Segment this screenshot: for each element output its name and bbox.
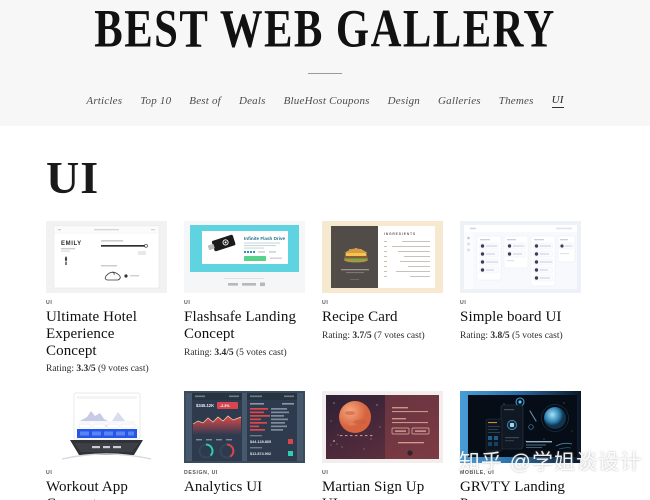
card-category[interactable]: UI bbox=[322, 300, 443, 306]
post-card[interactable]: MOBILE, UI GRVTY Landing Page bbox=[460, 391, 581, 500]
martian-signup-thumbnail[interactable] bbox=[322, 391, 443, 464]
workout-app-thumbnail[interactable] bbox=[46, 391, 167, 464]
card-rating: Rating: 3.8/5 (5 votes cast) bbox=[460, 331, 581, 341]
card-category[interactable]: UI bbox=[46, 300, 167, 306]
svg-text:EMILY: EMILY bbox=[61, 241, 82, 247]
nav-item-deals[interactable]: Deals bbox=[239, 95, 266, 108]
main-navigation: Articles Top 10 Best of Deals BlueHost C… bbox=[0, 94, 650, 108]
rating-prefix: Rating: bbox=[460, 330, 491, 341]
nav-item-best-of[interactable]: Best of bbox=[189, 95, 221, 108]
card-title[interactable]: Martian Sign Up UI bbox=[322, 479, 443, 500]
post-grid: EMILY UI Ultimate Hotel Experience Conce… bbox=[46, 221, 606, 500]
rating-votes: (7 votes cast) bbox=[371, 330, 425, 341]
card-title[interactable]: Ultimate Hotel Experience Concept bbox=[46, 309, 167, 359]
card-title[interactable]: Flashsafe Landing Concept bbox=[184, 309, 305, 343]
card-title[interactable]: Simple board UI bbox=[460, 309, 581, 326]
card-category[interactable]: UI bbox=[184, 300, 305, 306]
card-category[interactable]: MOBILE, UI bbox=[460, 470, 581, 476]
flashsafe-landing-thumbnail[interactable]: Infinite Flash Drive bbox=[184, 221, 305, 293]
recipe-card-thumbnail[interactable]: INGREDIENTS bbox=[322, 221, 443, 293]
simple-board-thumbnail[interactable] bbox=[460, 221, 581, 293]
card-title[interactable]: Workout App Concept bbox=[46, 479, 167, 500]
post-card[interactable]: INGREDIENTS UI Recipe Card Rating: 3.7/5 bbox=[322, 221, 443, 374]
rating-prefix: Rating: bbox=[322, 330, 353, 341]
nav-item-ui[interactable]: UI bbox=[551, 94, 564, 108]
card-category[interactable]: UI bbox=[46, 470, 167, 476]
post-card[interactable]: UI Workout App Concept bbox=[46, 391, 167, 500]
nav-item-top-10[interactable]: Top 10 bbox=[140, 95, 171, 108]
page-title: UI bbox=[46, 152, 100, 203]
post-card[interactable]: UI Martian Sign Up UI bbox=[322, 391, 443, 500]
card-category[interactable]: UI bbox=[322, 470, 443, 476]
card-rating: Rating: 3.3/5 (9 votes cast) bbox=[46, 364, 167, 374]
svg-text:Infinite Flash Drive: Infinite Flash Drive bbox=[244, 236, 286, 241]
rating-score: 3.8/5 bbox=[490, 330, 510, 341]
nav-item-galleries[interactable]: Galleries bbox=[438, 95, 481, 108]
svg-text:$12.874.902: $12.874.902 bbox=[250, 452, 271, 456]
rating-score: 3.3/5 bbox=[76, 364, 96, 375]
analytics-ui-thumbnail[interactable]: $345.12K -2.3% $44.128.865 $12.874.902 bbox=[184, 391, 305, 464]
svg-text:$44.128.865: $44.128.865 bbox=[250, 440, 271, 444]
card-rating: Rating: 3.7/5 (7 votes cast) bbox=[322, 331, 443, 341]
rating-votes: (5 votes cast) bbox=[233, 347, 287, 358]
post-card[interactable]: $345.12K -2.3% $44.128.865 $12.874.902 D… bbox=[184, 391, 305, 500]
rating-prefix: Rating: bbox=[46, 364, 77, 375]
card-rating: Rating: 3.4/5 (5 votes cast) bbox=[184, 348, 305, 358]
site-title: BEST WEB GALLERY bbox=[94, 0, 556, 59]
card-category[interactable]: DESIGN, UI bbox=[184, 470, 305, 476]
nav-item-bluehost-coupons[interactable]: BlueHost Coupons bbox=[284, 95, 370, 108]
page-root: BEST WEB GALLERY Articles Top 10 Best of… bbox=[0, 0, 650, 500]
svg-text:INGREDIENTS: INGREDIENTS bbox=[384, 232, 416, 236]
card-title[interactable]: Analytics UI bbox=[184, 479, 305, 496]
card-title[interactable]: GRVTY Landing Page bbox=[460, 479, 581, 500]
rating-votes: (9 votes cast) bbox=[95, 364, 149, 375]
title-divider bbox=[308, 73, 342, 74]
nav-item-design[interactable]: Design bbox=[388, 95, 420, 108]
rating-score: 3.7/5 bbox=[352, 330, 372, 341]
site-header: BEST WEB GALLERY Articles Top 10 Best of… bbox=[0, 0, 650, 126]
post-card[interactable]: EMILY UI Ultimate Hotel Experience Conce… bbox=[46, 221, 167, 374]
rating-votes: (5 votes cast) bbox=[509, 330, 563, 341]
rating-prefix: Rating: bbox=[184, 347, 215, 358]
nav-item-articles[interactable]: Articles bbox=[86, 95, 122, 108]
svg-text:$345.12K: $345.12K bbox=[196, 403, 214, 408]
card-title[interactable]: Recipe Card bbox=[322, 309, 443, 326]
post-card[interactable]: UI Simple board UI Rating: 3.8/5 (5 vote… bbox=[460, 221, 581, 374]
grvty-landing-thumbnail[interactable] bbox=[460, 391, 581, 464]
post-card[interactable]: Infinite Flash Drive UI Flashsafe Landin… bbox=[184, 221, 305, 374]
rating-score: 3.4/5 bbox=[214, 347, 234, 358]
nav-item-themes[interactable]: Themes bbox=[499, 95, 534, 108]
card-category[interactable]: UI bbox=[460, 300, 581, 306]
hotel-dashboard-thumbnail[interactable]: EMILY bbox=[46, 221, 167, 293]
svg-text:-2.3%: -2.3% bbox=[220, 404, 230, 408]
